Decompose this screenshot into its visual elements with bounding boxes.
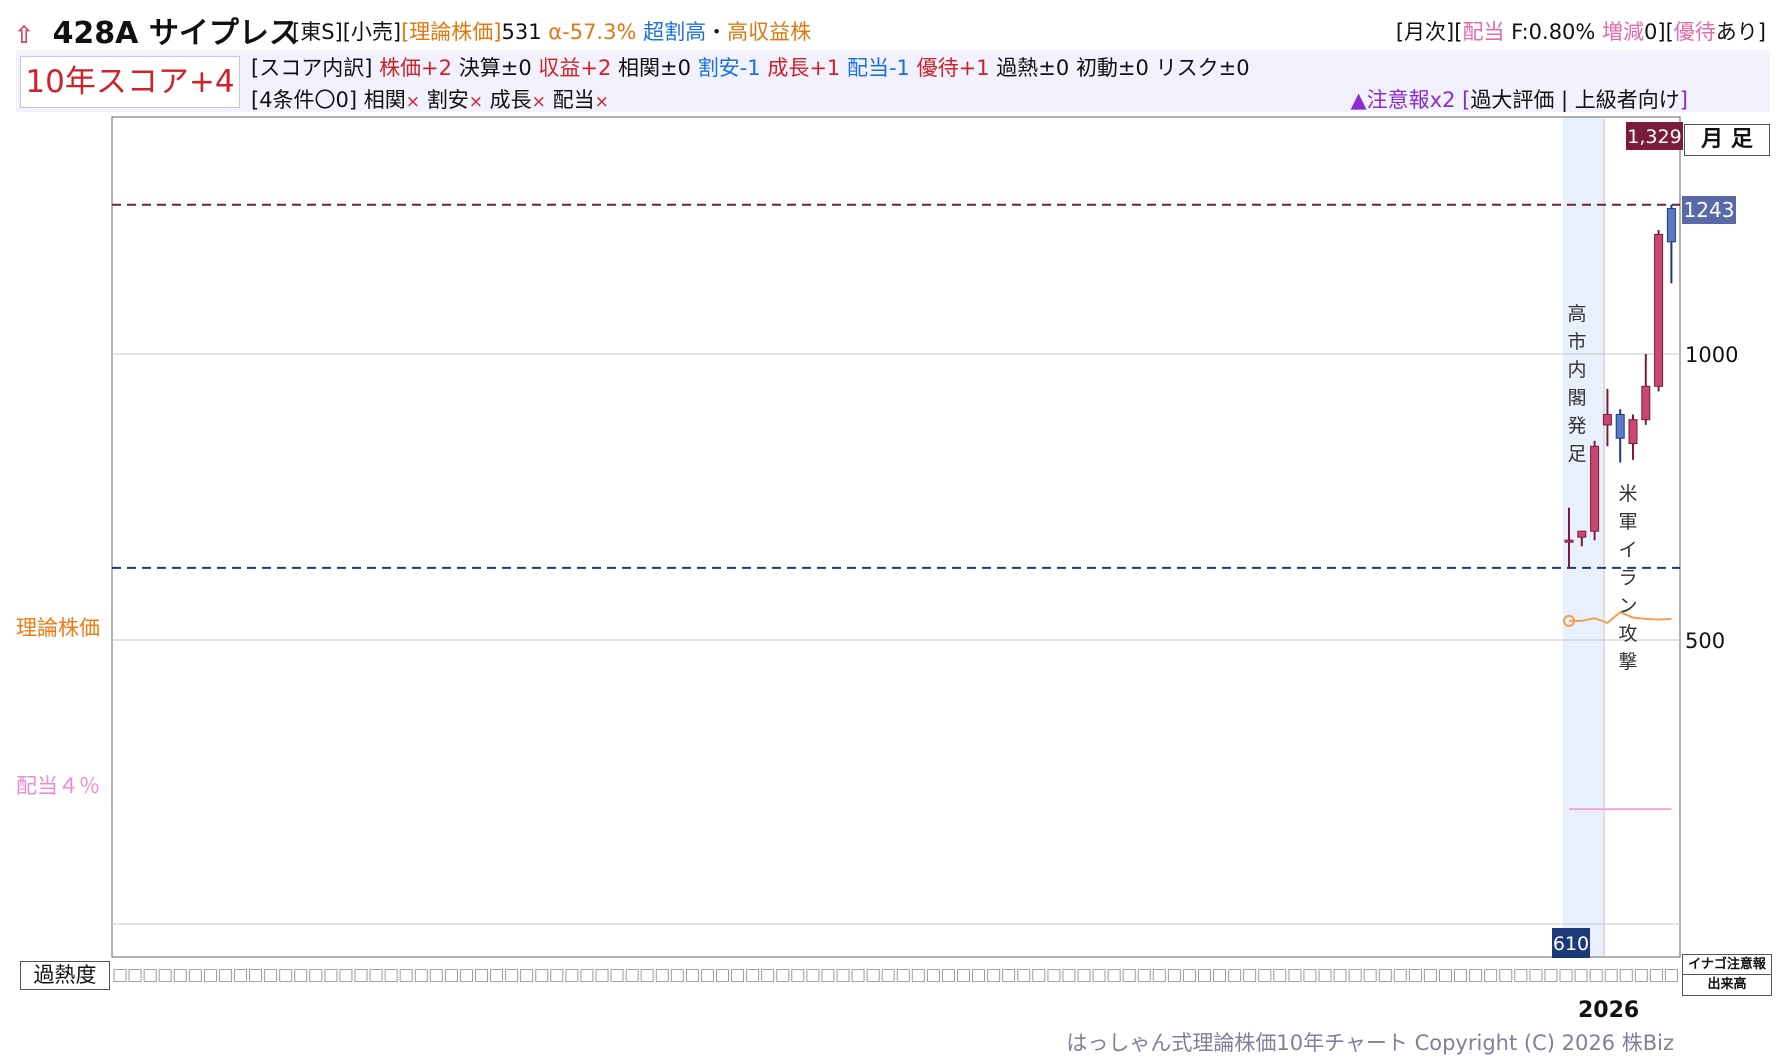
condition-label: 割安 xyxy=(426,88,469,112)
warning-bracket-close: ] xyxy=(1679,88,1688,112)
tag-market: [東S][小売] xyxy=(292,20,402,44)
score-breakdown: [スコア内訳] 株価+2 決算±0 収益+2 相関±0 割安-1 成長+1 配当… xyxy=(251,52,1250,82)
candle-body xyxy=(1577,530,1587,538)
condition-label: 配当 xyxy=(552,88,595,112)
ten-year-score-badge: 10年スコア+4 xyxy=(20,56,240,108)
breakdown-item: 優待+1 xyxy=(916,56,990,80)
change-label: 増減 xyxy=(1602,20,1645,44)
x-axis-year-label: 2026 xyxy=(1578,998,1640,1023)
breakdown-item: 初動±0 xyxy=(1075,56,1149,80)
breakdown-item: 過熱±0 xyxy=(996,56,1070,80)
condition-label: 相関 xyxy=(363,88,406,112)
candle-body xyxy=(1628,419,1638,445)
volume-button[interactable]: 出来高 xyxy=(1682,974,1772,996)
condition-label: 成長 xyxy=(489,88,532,112)
high-price-label: 1,329 xyxy=(1627,126,1681,148)
tag-overvalued: 超割高 xyxy=(643,20,707,44)
theory-value: 531 xyxy=(501,20,542,44)
monthly-timeframe-button[interactable]: 月 足 xyxy=(1684,124,1770,156)
breakdown-prefix: [スコア内訳] xyxy=(251,56,380,80)
breakdown-item: 相関±0 xyxy=(618,56,691,80)
stock-tags: [東S][小売][理論株価]531 α-57.3% 超割高・高収益株 xyxy=(292,16,811,46)
breakdown-item: リスク±0 xyxy=(1155,56,1250,80)
conditions-prefix: [4条件〇0] xyxy=(251,88,364,112)
tag-theory: [理論株価] xyxy=(401,20,502,44)
perk-label: 優待 xyxy=(1673,20,1716,44)
overheat-label: 過熱度 xyxy=(20,961,110,990)
breakdown-item: 配当-1 xyxy=(846,56,910,80)
up-arrow-icon: ⇧ xyxy=(14,21,35,49)
plot-frame xyxy=(111,116,1681,958)
dividend-side-label: 配当４％ xyxy=(16,774,100,798)
condition-cross-icon: × xyxy=(468,92,483,112)
candle-body xyxy=(1666,208,1676,243)
theory-price-side-label: 理論株価 xyxy=(16,616,100,640)
candle-body xyxy=(1590,445,1600,532)
overheat-cells: □□□□□□□□□□□□□□□□□□□□□□□□□□□□□□□□□□□□□□□□… xyxy=(112,965,1678,985)
stock-title: ⇧ 428A サイプレス xyxy=(14,8,299,52)
monthly-open: [月次][ xyxy=(1395,20,1463,44)
breakdown-item: 成長+1 xyxy=(767,56,841,80)
candle-body xyxy=(1602,413,1612,426)
perk-value: あり] xyxy=(1715,20,1766,44)
price-chart: 50010001,3296101243高市内閣発足米軍イラン攻撃 xyxy=(111,116,1738,958)
candle-body xyxy=(1564,539,1574,543)
breakdown-item: 収益+2 xyxy=(538,56,612,80)
change-value: 0][ xyxy=(1644,20,1674,44)
candle-body xyxy=(1654,233,1664,387)
alpha-value: α-57.3% xyxy=(548,20,637,44)
last-price-label: 1243 xyxy=(1684,198,1735,222)
inago-warning-button[interactable]: イナゴ注意報 xyxy=(1682,954,1772,976)
conditions-items: 相関× 割安× 成長× 配当× xyxy=(364,88,609,112)
breakdown-items: 株価+2 決算±0 収益+2 相関±0 割安-1 成長+1 配当-1 優待+1 … xyxy=(379,56,1250,80)
header-right-info: [月次][配当 F:0.80% 増減0][優待あり] xyxy=(1396,16,1766,46)
breakdown-item: 株価+2 xyxy=(379,56,453,80)
y-tick-label: 500 xyxy=(1685,629,1725,653)
candle-body xyxy=(1641,385,1651,421)
tag-high-yield: 高収益株 xyxy=(727,20,812,44)
breakdown-item: 決算±0 xyxy=(458,56,532,80)
y-tick-label: 1000 xyxy=(1685,343,1738,367)
condition-cross-icon: × xyxy=(594,92,609,112)
event-annotation: 米軍イラン攻撃 xyxy=(1618,483,1637,673)
condition-cross-icon: × xyxy=(405,92,421,112)
stock-code-name: 428A サイプレス xyxy=(52,16,299,51)
breakdown-item: 割安-1 xyxy=(697,56,761,80)
dividend-label: 配当 xyxy=(1462,20,1505,44)
warning-mark: ▲注意報x2 xyxy=(1350,88,1463,112)
tag-separator: ・ xyxy=(706,20,728,44)
candle-body xyxy=(1615,413,1625,439)
copyright: はっしゃん式理論株価10年チャート Copyright (C) 2026 株Bi… xyxy=(1066,1031,1674,1055)
warning-text: 過大評価 | 上級者向け xyxy=(1470,88,1680,112)
condition-cross-icon: × xyxy=(531,92,546,112)
dividend-f: F:0.80% xyxy=(1504,20,1603,44)
low-price-label: 610 xyxy=(1553,933,1589,955)
